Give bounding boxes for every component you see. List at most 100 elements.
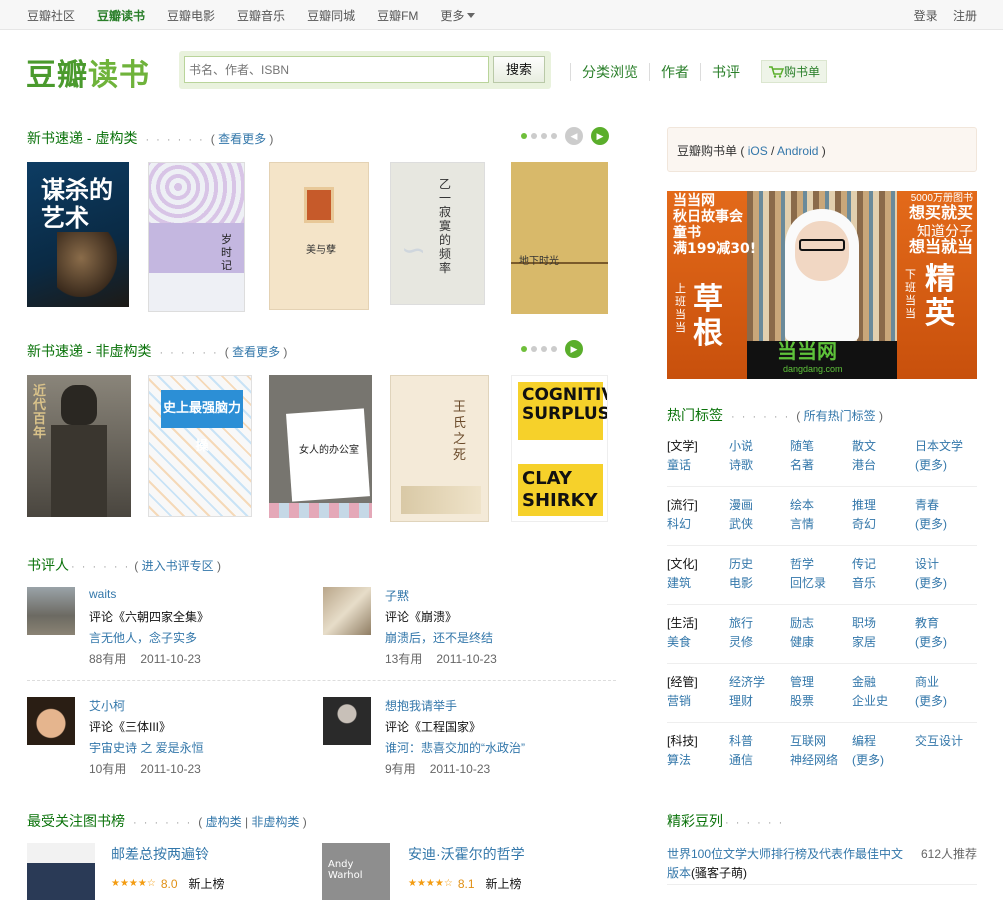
nav-music[interactable]: 豆瓣音乐 (237, 7, 285, 24)
tag[interactable]: 科普 (729, 732, 753, 749)
tag[interactable]: 建筑 (667, 574, 691, 591)
book-cover[interactable]: 史上最强脑力操 (148, 375, 252, 517)
nav-events[interactable]: 豆瓣同城 (307, 7, 355, 24)
tag[interactable]: 互联网 (790, 732, 826, 749)
tag[interactable]: 传记 (852, 555, 876, 572)
review-quote[interactable]: 言无他人，念子实多 (89, 629, 197, 646)
tag[interactable]: 营销 (667, 692, 691, 709)
tag-category[interactable]: [生活] (667, 614, 698, 631)
tag-more[interactable]: (更多) (915, 633, 947, 650)
pager-dot-active[interactable] (521, 133, 527, 139)
tag[interactable]: 青春 (915, 496, 939, 513)
tag[interactable]: 回忆录 (790, 574, 826, 591)
avatar[interactable] (323, 697, 371, 745)
tag[interactable]: 管理 (790, 673, 814, 690)
book-cover[interactable]: COGNITIVE SURPLUS CLAY SHIRKY (511, 375, 608, 522)
tag[interactable]: 奇幻 (852, 515, 876, 532)
tag[interactable]: 推理 (852, 496, 876, 513)
next-arrow-icon[interactable]: ▶ (565, 340, 583, 358)
reviewer-name[interactable]: 想抱我请举手 (385, 697, 457, 714)
tag[interactable]: 日本文学 (915, 437, 963, 454)
doulist-title[interactable]: 精彩豆列 (667, 813, 723, 829)
tag[interactable]: 算法 (667, 751, 691, 768)
tag[interactable]: 经济学 (729, 673, 765, 690)
tag[interactable]: 诗歌 (729, 456, 753, 473)
charts-title[interactable]: 最受关注图书榜 (27, 813, 125, 829)
tag[interactable]: 通信 (729, 751, 753, 768)
fiction-more-link[interactable]: 查看更多 (218, 132, 266, 146)
tag[interactable]: 童话 (667, 456, 691, 473)
android-link[interactable]: Android (777, 144, 818, 158)
tag-more[interactable]: (更多) (852, 751, 884, 768)
book-cover[interactable]: 地下时光 (511, 162, 608, 314)
register-link[interactable]: 注册 (953, 9, 977, 23)
nav-fm[interactable]: 豆瓣FM (377, 7, 418, 24)
tag[interactable]: 言情 (790, 515, 814, 532)
ad-banner[interactable]: 当当网 秋日故事会 童书 满199减30! 上班当当 草根 5000万册图书 想… (667, 191, 977, 379)
book-cover[interactable]: 王氏之死 (390, 375, 489, 522)
pager-dot[interactable] (531, 346, 537, 352)
tag[interactable]: 商业 (915, 673, 939, 690)
pager-dot[interactable] (541, 346, 547, 352)
nonfiction-more-link[interactable]: 查看更多 (232, 345, 280, 359)
tag[interactable]: 神经网络 (790, 751, 838, 768)
doulist-item-author[interactable]: (骚客子萌) (691, 866, 747, 880)
pager-dot[interactable] (551, 133, 557, 139)
review-title[interactable]: 评论《六朝四家全集》 (89, 608, 209, 625)
tag-more[interactable]: (更多) (915, 456, 947, 473)
tag-category[interactable]: [科技] (667, 732, 698, 749)
nav-more[interactable]: 更多 (440, 7, 476, 24)
tag[interactable]: 编程 (852, 732, 876, 749)
fiction-title[interactable]: 新书速递 - 虚构类 (27, 130, 137, 146)
author-link[interactable]: 作者 (649, 62, 700, 81)
tag[interactable]: 随笔 (790, 437, 814, 454)
tag[interactable]: 股票 (790, 692, 814, 709)
tag[interactable]: 港台 (852, 456, 876, 473)
pager-dot[interactable] (541, 133, 547, 139)
tag[interactable]: 励志 (790, 614, 814, 631)
tags-title[interactable]: 热门标签 (667, 407, 723, 423)
review-title[interactable]: 评论《三体III》 (89, 718, 171, 735)
book-cover[interactable]: 谋杀的艺术 (27, 162, 129, 307)
tag-category[interactable]: [流行] (667, 496, 698, 513)
tag[interactable]: 交互设计 (915, 732, 963, 749)
next-arrow-icon[interactable]: ▶ (591, 127, 609, 145)
tag[interactable]: 设计 (915, 555, 939, 572)
review-title[interactable]: 评论《崩溃》 (385, 608, 457, 625)
nonfiction-title[interactable]: 新书速递 - 非虚构类 (27, 343, 151, 359)
nav-movie[interactable]: 豆瓣电影 (167, 7, 215, 24)
book-cover[interactable]: 女人的办公室 (269, 375, 372, 518)
tag-category[interactable]: [文学] (667, 437, 698, 454)
tag[interactable]: 职场 (852, 614, 876, 631)
reviewers-link[interactable]: 进入书评专区 (142, 559, 214, 573)
avatar[interactable] (27, 697, 75, 745)
tag[interactable]: 历史 (729, 555, 753, 572)
avatar[interactable] (323, 587, 371, 635)
tag[interactable]: 家居 (852, 633, 876, 650)
tag-more[interactable]: (更多) (915, 515, 947, 532)
book-cover[interactable]: 美与孽 (269, 162, 369, 310)
search-button[interactable]: 搜索 (493, 56, 545, 83)
tag-category[interactable]: [文化] (667, 555, 698, 572)
book-cover[interactable]: 近代百年 (27, 375, 131, 517)
prev-arrow-icon[interactable]: ◀ (565, 127, 583, 145)
reviewers-title[interactable]: 书评人 (27, 557, 69, 573)
tag-more[interactable]: (更多) (915, 574, 947, 591)
tag[interactable]: 武侠 (729, 515, 753, 532)
tag[interactable]: 企业史 (852, 692, 888, 709)
avatar[interactable] (27, 587, 75, 635)
pager-dot-active[interactable] (521, 346, 527, 352)
tag[interactable]: 哲学 (790, 555, 814, 572)
review-quote[interactable]: 崩溃后，还不是终结 (385, 629, 493, 646)
review-quote[interactable]: 宇宙史诗 之 爱是永恒 (89, 739, 204, 756)
nav-books[interactable]: 豆瓣读书 (97, 7, 145, 24)
tag[interactable]: 灵修 (729, 633, 753, 650)
chart-book-title[interactable]: 邮差总按两遍铃 (111, 844, 209, 864)
tag[interactable]: 理财 (729, 692, 753, 709)
tag[interactable]: 旅行 (729, 614, 753, 631)
tag[interactable]: 美食 (667, 633, 691, 650)
all-tags-link[interactable]: 所有热门标签 (804, 409, 876, 423)
review-quote[interactable]: 谁河：悲喜交加的“水政治” (385, 739, 525, 756)
tag[interactable]: 金融 (852, 673, 876, 690)
nav-community[interactable]: 豆瓣社区 (27, 7, 75, 24)
